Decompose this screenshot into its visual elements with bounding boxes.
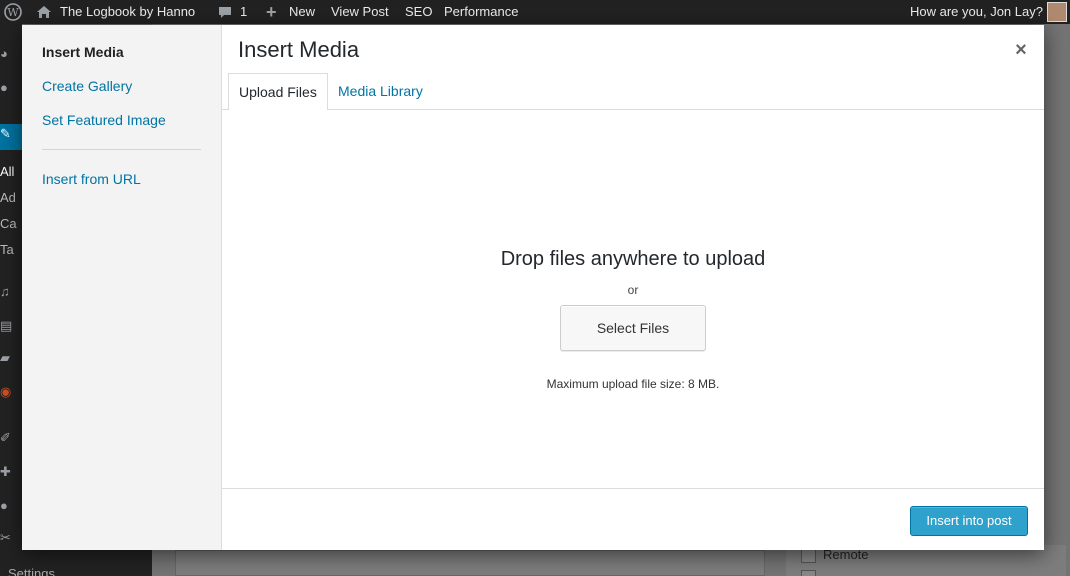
tab-media-library[interactable]: Media Library — [328, 73, 433, 110]
dashboard-icon[interactable]: ◕ — [0, 44, 22, 64]
media-icon[interactable]: ♫ — [0, 282, 22, 302]
or-separator-text: or — [627, 283, 639, 297]
media-frame-content: Insert Media × Upload Files Media Librar… — [222, 25, 1044, 550]
wordpress-logo-icon[interactable]: W — [4, 0, 22, 24]
plugins-icon[interactable]: ✚ — [0, 462, 22, 482]
insert-into-post-button[interactable]: Insert into post — [910, 506, 1028, 536]
svg-text:W: W — [7, 6, 19, 19]
tab-upload-files[interactable]: Upload Files — [228, 73, 328, 111]
menu-separator — [42, 149, 201, 150]
editor-box — [175, 550, 765, 576]
upload-dropzone[interactable]: Drop files anywhere to upload or Select … — [222, 110, 1044, 488]
users-icon[interactable]: ● — [0, 496, 22, 516]
settings-menu-label[interactable]: Settings — [8, 566, 55, 576]
select-files-button[interactable]: Select Files — [560, 305, 706, 351]
home-icon — [36, 0, 52, 24]
close-icon[interactable]: × — [1010, 39, 1032, 61]
menu-item-insert-media[interactable]: Insert Media — [42, 44, 124, 60]
comment-icon[interactable] — [217, 0, 233, 24]
comments-count[interactable]: 1 — [240, 0, 247, 24]
jetpack-icon[interactable]: ● — [0, 78, 22, 98]
plugin-icon[interactable]: ◉ — [0, 382, 22, 402]
menu-item-insert-from-url[interactable]: Insert from URL — [42, 171, 141, 187]
pages-icon[interactable]: ▤ — [0, 316, 22, 336]
admin-bar: W The Logbook by Hanno 1 + New View Post… — [0, 0, 1070, 24]
menu-item-create-gallery[interactable]: Create Gallery — [42, 78, 132, 94]
avatar[interactable] — [1047, 2, 1067, 22]
sidebar-item-categories[interactable]: Ca — [0, 214, 22, 234]
media-router-tabs: Upload Files Media Library — [222, 73, 1044, 111]
seo-menu-link[interactable]: SEO — [405, 0, 432, 24]
sidebar-item-tags[interactable]: Ta — [0, 240, 22, 260]
modal-title: Insert Media — [238, 37, 360, 62]
admin-sidebar: ◕ ● ✎ All Ad Ca Ta ♫ ▤ ▰ ◉ ✐ ✚ ● ✂ — [0, 24, 22, 576]
comments-icon[interactable]: ▰ — [0, 348, 22, 368]
max-upload-size-text: Maximum upload file size: 8 MB. — [546, 377, 720, 391]
plus-icon[interactable]: + — [266, 0, 277, 24]
performance-menu-link[interactable]: Performance — [444, 0, 518, 24]
sidebar-item-add[interactable]: Ad — [0, 188, 22, 208]
media-frame-menu: Insert Media Create Gallery Set Featured… — [22, 25, 222, 550]
appearance-icon[interactable]: ✐ — [0, 428, 22, 448]
site-title-link[interactable]: The Logbook by Hanno — [60, 0, 195, 24]
account-greeting[interactable]: How are you, Jon Lay? — [910, 0, 1043, 24]
posts-pin-icon[interactable]: ✎ — [0, 124, 22, 150]
insert-media-modal: Insert Media Create Gallery Set Featured… — [22, 25, 1044, 550]
sidebar-item-all[interactable]: All — [0, 162, 22, 182]
drop-files-heading: Drop files anywhere to upload — [500, 248, 766, 270]
remote-checkbox[interactable] — [801, 548, 816, 563]
menu-item-set-featured-image[interactable]: Set Featured Image — [42, 112, 166, 128]
media-frame-toolbar: Insert into post — [222, 488, 1044, 550]
view-post-link[interactable]: View Post — [331, 0, 389, 24]
new-content-link[interactable]: New — [289, 0, 315, 24]
second-checkbox[interactable] — [801, 570, 816, 576]
tools-icon[interactable]: ✂ — [0, 528, 22, 548]
